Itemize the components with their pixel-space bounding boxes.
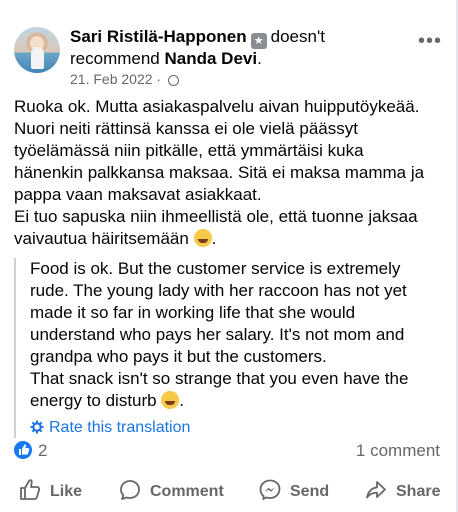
- original-review-text: Ruoka ok. Mutta asiakaspalvelu aivan hui…: [14, 97, 425, 248]
- globe-icon: [167, 75, 179, 86]
- share-button[interactable]: Share: [364, 478, 440, 506]
- laughing-emoji-icon: [193, 229, 212, 247]
- action-text-2: recommend: [70, 49, 160, 68]
- messenger-icon: [259, 479, 281, 501]
- rate-translation-link[interactable]: Rate this translation: [30, 418, 444, 438]
- post-header-line2: recommend Nanda Devi.: [70, 49, 262, 68]
- thumbs-up-icon: [20, 479, 41, 500]
- laughing-emoji-icon: [161, 391, 180, 409]
- post-header: Sari Ristilä-Happonen ★ doesn't: [70, 26, 325, 49]
- action-bar: Like Comment Send Share: [0, 478, 456, 508]
- post-date[interactable]: 21. Feb 2022: [70, 71, 153, 87]
- review-post: Sari Ristilä-Happonen ★ doesn't recommend …: [0, 0, 458, 512]
- share-icon: [366, 481, 386, 499]
- like-button[interactable]: Like: [18, 478, 82, 506]
- comment-icon: [120, 480, 140, 500]
- more-horizontal-icon[interactable]: •••: [418, 30, 442, 53]
- author-name[interactable]: Sari Ristilä-Happonen: [70, 27, 247, 46]
- send-button[interactable]: Send: [258, 478, 329, 506]
- post-meta: 21. Feb 2022 ·: [70, 71, 179, 87]
- reaction-count: 2: [38, 441, 48, 460]
- action-text: doesn't: [270, 27, 325, 46]
- avatar[interactable]: [14, 27, 60, 73]
- like-reaction-icon: [14, 441, 32, 459]
- comment-button[interactable]: Comment: [118, 478, 224, 506]
- rate-translation-label: Rate this translation: [49, 419, 191, 436]
- page-name-link[interactable]: Nanda Devi: [165, 49, 258, 68]
- comment-count[interactable]: 1 comment: [356, 441, 440, 461]
- star-badge-icon: ★: [250, 33, 267, 49]
- gear-icon: [30, 420, 44, 434]
- reaction-summary[interactable]: 2: [14, 441, 47, 461]
- translation-block: Food is ok. But the customer service is …: [14, 258, 444, 438]
